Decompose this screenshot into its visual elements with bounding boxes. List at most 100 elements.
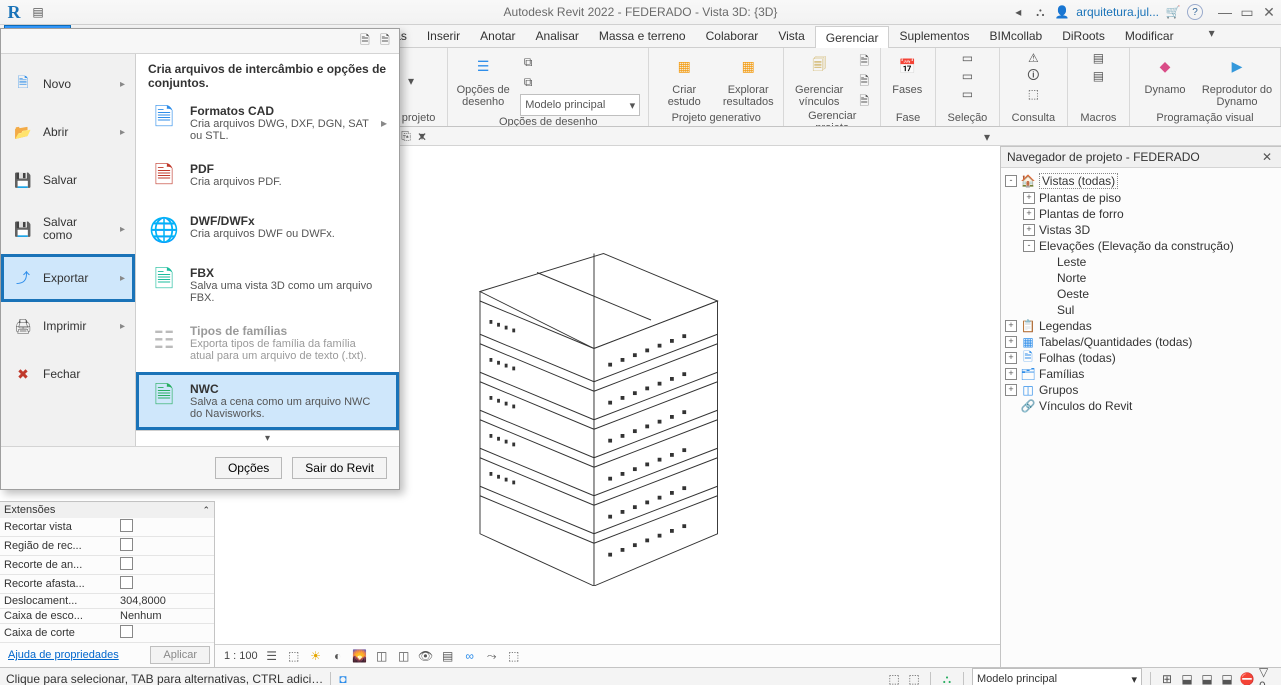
tree-node[interactable]: Sul (1005, 302, 1277, 318)
ribbon-small-icon[interactable]: 🗎 (856, 94, 872, 110)
reveal-icon[interactable]: ▤ (440, 648, 456, 664)
tab-colaborar[interactable]: Colaborar (696, 25, 769, 47)
ribbon-small-icon[interactable]: 🗎 (856, 54, 872, 70)
ribbon-small-icon[interactable]: ⚠ (1025, 50, 1041, 66)
reprodutor-dynamo-button[interactable]: ▶ Reprodutor do Dynamo (1202, 50, 1272, 108)
criar-estudo-button[interactable]: ▦ Criar estudo (657, 50, 711, 108)
app-menu-tool-icon[interactable]: 🗎 (357, 33, 373, 49)
tree-expander-icon[interactable]: - (1023, 240, 1035, 252)
gerenciar-vinculos-button[interactable]: 🗐 Gerenciar vínculos (792, 50, 846, 108)
status-icon[interactable]: ⬓ (1219, 671, 1235, 685)
app-menu-tool-icon[interactable]: 🗎 (377, 33, 393, 49)
tree-node[interactable]: +▦Tabelas/Quantidades (todas) (1005, 334, 1277, 350)
tree-expander-icon[interactable]: + (1005, 352, 1017, 364)
tree-node[interactable]: +Plantas de piso (1005, 190, 1277, 206)
status-icon[interactable]: ⛔ (1239, 671, 1255, 685)
menu-salvar-como[interactable]: 💾 Salvar como ▸ (1, 204, 135, 254)
tree-node[interactable]: +🗂Famílias (1005, 366, 1277, 382)
detail-level-icon[interactable]: ☰ (264, 648, 280, 664)
ribbon-small-icon[interactable]: ⧉ (520, 74, 536, 90)
fases-button[interactable]: 📅 Fases (889, 50, 925, 96)
close-button[interactable]: ✕ (1261, 4, 1277, 21)
tab-modificar[interactable]: Modificar (1115, 25, 1184, 47)
tab-analisar[interactable]: Analisar (526, 25, 589, 47)
tab-diroots[interactable]: DiRoots (1052, 25, 1115, 47)
tab-suplementos[interactable]: Suplementos (889, 25, 979, 47)
tree-expander-icon[interactable]: - (1005, 175, 1017, 187)
status-tool-icon[interactable]: ⬚ (906, 671, 922, 685)
ribbon-small-icon[interactable]: ▭ (959, 68, 975, 84)
tab-anotar[interactable]: Anotar (470, 25, 525, 47)
help-icon[interactable]: ? (1187, 4, 1203, 20)
explorar-resultados-button[interactable]: ▦ Explorar resultados (721, 50, 775, 108)
home-icon[interactable]: ◂ (1010, 4, 1026, 20)
tab-inserir[interactable]: Inserir (417, 25, 470, 47)
tree-expander-icon[interactable]: + (1005, 384, 1017, 396)
ribbon-item-icon[interactable]: ▾ (403, 73, 419, 89)
browser-close-icon[interactable]: ✕ (1259, 149, 1275, 165)
checkbox[interactable] (120, 576, 133, 589)
shadows-icon[interactable]: ◐ (330, 648, 346, 664)
render-icon[interactable]: 🌄 (352, 648, 368, 664)
export-pdf[interactable]: 🗎 PDF Cria arquivos PDF. (136, 152, 399, 204)
maximize-button[interactable]: ▭ (1239, 4, 1255, 21)
sun-icon[interactable]: ☀ (308, 648, 324, 664)
dynamo-button[interactable]: ◆ Dynamo (1138, 50, 1192, 96)
tree-node[interactable]: +📋Legendas (1005, 318, 1277, 334)
apply-button[interactable]: Aplicar (150, 646, 210, 664)
checkbox[interactable] (120, 625, 133, 638)
menu-exportar[interactable]: ⤴ Exportar ▸ (1, 254, 135, 302)
modelo-principal-combo[interactable]: Modelo principal ▾ (520, 94, 640, 116)
menu-novo[interactable]: 🗎 Novo ▸ (1, 60, 135, 108)
view-close-icon[interactable]: ✕ (414, 129, 430, 145)
checkbox[interactable] (120, 557, 133, 570)
export-fbx[interactable]: 🗎 FBX Salva uma vista 3D como um arquivo… (136, 256, 399, 314)
opcoes-de-desenho-button[interactable]: ☰ Opções de desenho (456, 50, 510, 108)
tree-expander-icon[interactable]: + (1005, 336, 1017, 348)
prop-value[interactable]: 304,8000 (116, 594, 214, 609)
status-model-combo[interactable]: Modelo principal ▾ (972, 668, 1142, 685)
crop-icon[interactable]: ◫ (374, 648, 390, 664)
view-scale[interactable]: 1 : 100 (224, 650, 258, 662)
props-section-toggle-icon[interactable]: ⌃ (202, 505, 210, 516)
menu-salvar[interactable]: 💾 Salvar (1, 156, 135, 204)
ribbon-small-icon[interactable]: ▭ (959, 86, 975, 102)
tree-expander-icon[interactable]: + (1023, 224, 1035, 236)
tree-node[interactable]: -Elevações (Elevação da construção) (1005, 238, 1277, 254)
options-button[interactable]: Opções (215, 457, 282, 479)
visual-style-icon[interactable]: ⬚ (286, 648, 302, 664)
menu-fechar[interactable]: ✖ Fechar (1, 350, 135, 398)
tree-expander-icon[interactable]: + (1005, 368, 1017, 380)
prop-value[interactable]: Nenhum (116, 609, 214, 624)
export-nwc[interactable]: 🗎 NWC Salva a cena como um arquivo NWC d… (136, 372, 399, 430)
status-filter-icon[interactable]: ▽ 0 (1259, 671, 1275, 685)
export-dwf[interactable]: 🌐 DWF/DWFx Cria arquivos DWF ou DWFx. (136, 204, 399, 256)
status-icon[interactable]: ⬓ (1179, 671, 1195, 685)
ribbon-chevron-icon[interactable]: ▾ (1204, 25, 1220, 41)
crop-show-icon[interactable]: ◫ (396, 648, 412, 664)
tree-expander-icon[interactable]: + (1023, 192, 1035, 204)
tab-bimcollab[interactable]: BIMcollab (980, 25, 1053, 47)
tab-vista[interactable]: Vista (768, 25, 814, 47)
tree-node[interactable]: Norte (1005, 270, 1277, 286)
export-cad[interactable]: 🗎 Formatos CAD Cria arquivos DWG, DXF, D… (136, 94, 399, 152)
status-icon[interactable]: ⬓ (1199, 671, 1215, 685)
tree-node[interactable]: +Plantas de forro (1005, 206, 1277, 222)
link-icon[interactable]: ∞ (462, 648, 478, 664)
ribbon-small-icon[interactable]: ⬚ (1025, 86, 1041, 102)
cart-icon[interactable]: 🛒 (1165, 4, 1181, 20)
properties-help-link[interactable]: Ajuda de propriedades (4, 645, 123, 665)
ribbon-small-icon[interactable]: 🗎 (856, 74, 872, 90)
qat-save-icon[interactable]: ▤ (30, 4, 46, 20)
disp-icon[interactable]: ⤳ (484, 648, 500, 664)
checkbox[interactable] (120, 538, 133, 551)
ribbon-small-icon[interactable]: ▤ (1090, 68, 1106, 84)
menu-imprimir[interactable]: 🖨 Imprimir ▸ (1, 302, 135, 350)
view-dropdown-icon[interactable]: ▾ (979, 129, 995, 145)
status-worksets-icon[interactable]: ⛬ (939, 671, 955, 685)
team-icon[interactable]: ⛬ (1032, 4, 1048, 20)
ribbon-small-icon[interactable]: ▤ (1090, 50, 1106, 66)
minimize-button[interactable]: — (1217, 4, 1233, 20)
tab-massa[interactable]: Massa e terreno (589, 25, 696, 47)
tab-gerenciar[interactable]: Gerenciar (815, 26, 890, 48)
